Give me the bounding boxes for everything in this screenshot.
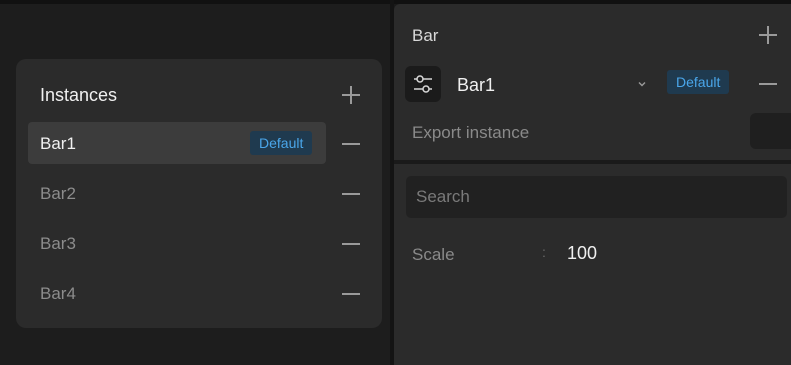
instances-panel: Instances Bar1 Default Bar2 Bar3 Bar4 [16, 59, 382, 328]
instance-row-bar3[interactable]: Bar3 [28, 222, 326, 264]
remove-minus-icon[interactable] [759, 79, 777, 89]
property-separator: : [542, 244, 546, 260]
search-input[interactable] [406, 176, 787, 218]
remove-instance-minus-icon[interactable] [342, 139, 360, 149]
sliders-icon[interactable] [405, 66, 441, 102]
add-plus-icon[interactable] [759, 26, 777, 44]
instance-select[interactable]: Bar1 [457, 75, 495, 96]
default-badge: Default [250, 131, 313, 155]
instance-row-bar2[interactable]: Bar2 [28, 172, 326, 214]
remove-instance-minus-icon[interactable] [342, 189, 360, 199]
instance-label: Bar4 [40, 284, 76, 303]
properties-panel: Scale : 100 [394, 164, 791, 365]
add-instance-plus-icon[interactable] [342, 86, 360, 104]
chevron-down-icon[interactable] [637, 76, 647, 87]
export-instance-toggle[interactable] [750, 113, 791, 149]
instance-row-bar4[interactable]: Bar4 [28, 272, 326, 314]
instances-title: Instances [40, 85, 118, 105]
remove-instance-minus-icon[interactable] [342, 239, 360, 249]
instance-label: Bar1 [40, 134, 76, 153]
export-instance-label: Export instance [412, 123, 530, 142]
section-title: Bar [412, 26, 439, 45]
scale-value-field[interactable]: 100 [567, 243, 597, 264]
instance-row-bar1[interactable]: Bar1 Default [28, 122, 326, 164]
instance-label: Bar3 [40, 234, 76, 253]
default-badge: Default [667, 70, 730, 94]
remove-instance-minus-icon[interactable] [342, 289, 360, 299]
instance-inspector: Bar Bar1 Default Export instance [394, 4, 791, 160]
instance-label: Bar2 [40, 184, 76, 203]
property-label-scale: Scale [412, 245, 455, 264]
